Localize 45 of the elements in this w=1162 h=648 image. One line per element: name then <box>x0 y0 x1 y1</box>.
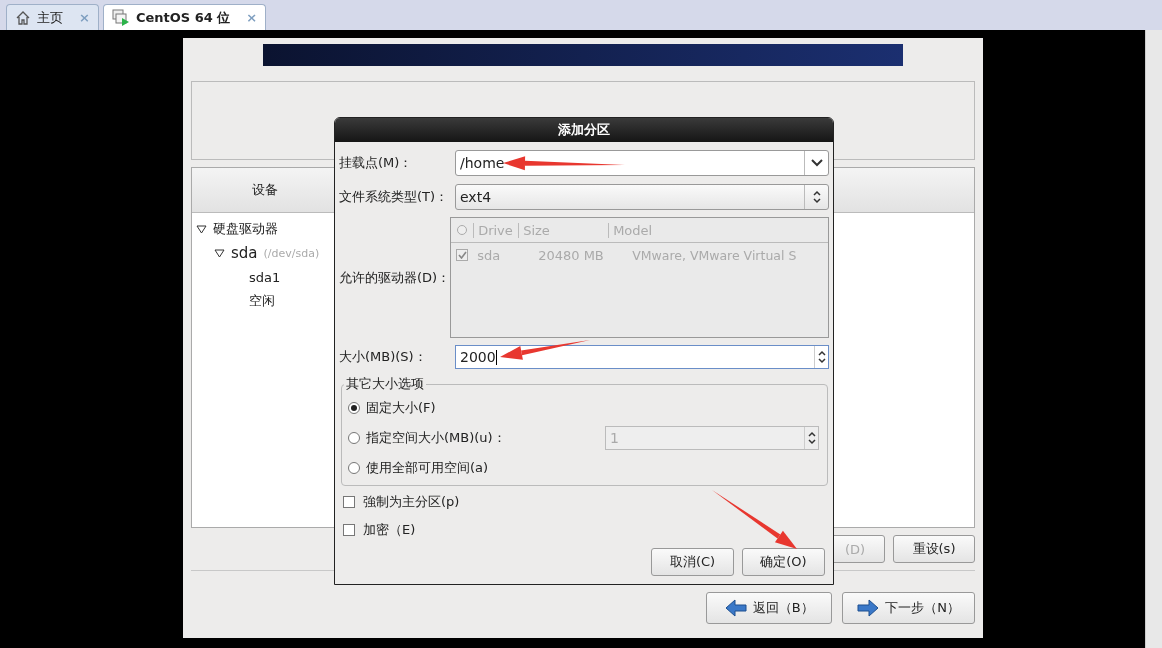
tree-item[interactable]: sda1 <box>249 269 281 285</box>
table-cell-text: sda <box>476 247 502 263</box>
field-label: 允许的驱动器(D)： <box>339 268 451 287</box>
radio-button[interactable] <box>348 462 360 474</box>
option-label: 固定大小(F) <box>366 399 436 417</box>
device-path: (/dev/sda) <box>263 246 320 260</box>
tree-item[interactable]: 硬盘驱动器 <box>213 220 278 238</box>
up-down-icon <box>817 350 826 364</box>
arrow-right-icon <box>857 599 880 617</box>
arrow-left-icon <box>724 599 747 617</box>
expander-icon[interactable] <box>196 224 207 234</box>
field-label: 大小(MB)(S)： <box>339 348 428 366</box>
dialog-title: 添加分区 <box>335 118 833 142</box>
dialog-button[interactable]: 取消(C) <box>651 548 734 576</box>
table-cell-text: 20480 MB <box>537 247 605 263</box>
up-down-icon <box>812 190 821 204</box>
nav-button[interactable]: 下一步（N） <box>842 592 975 624</box>
action-button[interactable]: 重设(s) <box>893 535 975 563</box>
virtual-machine-icon <box>111 8 130 27</box>
size-input[interactable]: 2000 <box>455 345 829 369</box>
option-label: 使用全部可用空间(a) <box>366 459 489 477</box>
option-label: 指定空间大小(MB)(u)： <box>366 429 506 447</box>
radio-button[interactable] <box>348 402 360 414</box>
browser-tab[interactable]: 主页 × <box>6 4 99 30</box>
field-label: 文件系统类型(T)： <box>339 188 450 206</box>
nav-button[interactable]: 返回（B） <box>706 592 833 624</box>
up-down-icon <box>807 431 816 445</box>
group-title: 其它大小选项 <box>345 375 425 393</box>
home-icon <box>15 9 31 26</box>
tree-item[interactable]: 空闲 <box>249 292 275 310</box>
tree-item[interactable]: sda <box>231 244 258 262</box>
dialog-button[interactable]: 确定(O) <box>742 548 825 576</box>
drive-checkbox[interactable] <box>456 249 469 261</box>
expander-icon[interactable] <box>214 248 225 258</box>
table-cell-text: VMware, VMware Virtual S <box>631 247 798 263</box>
checkbox-label: 加密（E) <box>363 521 416 539</box>
checkbox[interactable] <box>343 496 355 508</box>
filesystem-dropdown[interactable]: ext4 <box>455 184 829 210</box>
scrollbar[interactable] <box>1145 30 1162 648</box>
mount-point-combo[interactable]: /home <box>455 150 829 176</box>
checkbox[interactable] <box>343 524 355 536</box>
checkbox-label: 強制为主分区(p) <box>363 493 460 511</box>
browser-tab[interactable]: CentOS 64 位 × <box>102 4 267 30</box>
field-label: 挂载点(M)： <box>339 154 414 172</box>
dropdown-icon <box>810 159 823 167</box>
